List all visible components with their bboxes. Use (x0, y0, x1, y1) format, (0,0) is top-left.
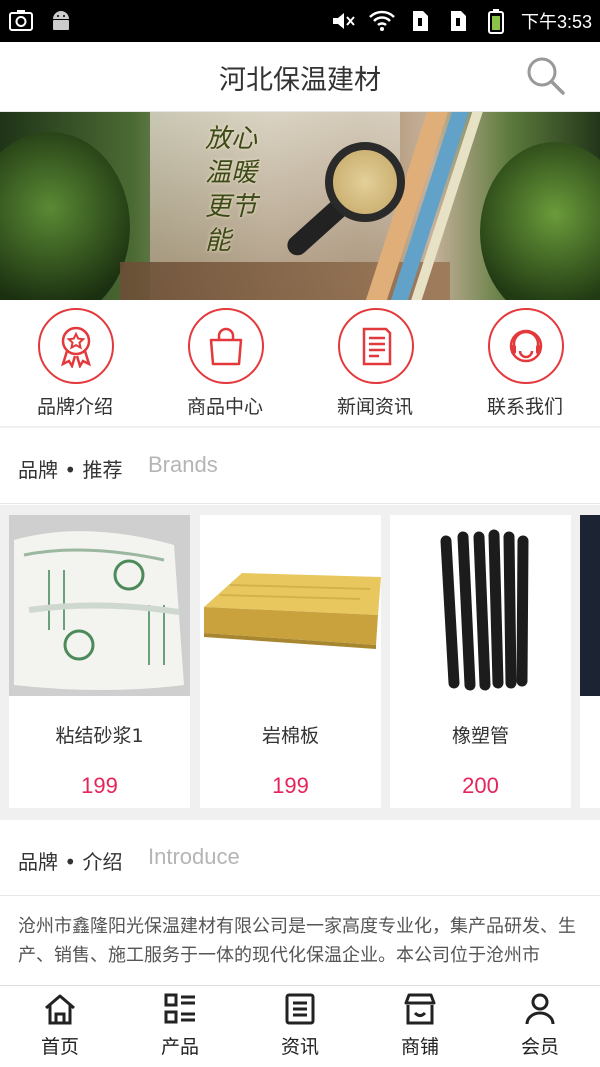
slogan-line: 放心 (205, 124, 258, 154)
tab-label: 资讯 (280, 1036, 319, 1058)
product-card[interactable]: 岩棉板 199 (200, 515, 381, 808)
section-subtitle: Brands (148, 452, 218, 477)
news-icon (283, 992, 317, 1026)
section-title: 品牌 • 介绍 (18, 850, 123, 874)
user-icon (523, 992, 557, 1026)
quick-nav-contact[interactable]: 联系我们 (450, 300, 600, 426)
status-bar: 下午3:53 (0, 0, 600, 42)
home-icon (43, 992, 77, 1026)
product-card[interactable]: 橡塑管 200 (390, 515, 571, 808)
product-image-rockwool (200, 515, 381, 696)
tab-member[interactable]: 会员 (480, 986, 600, 1067)
product-price: 199 (272, 773, 309, 798)
section-title: 品牌 • 推荐 (18, 458, 123, 482)
quick-nav: 品牌介绍 商品中心 新闻资讯 联系我们 (0, 300, 600, 426)
app-header: 河北保温建材 (0, 42, 600, 112)
tab-label: 商铺 (400, 1036, 439, 1058)
banner-carousel[interactable]: 放心 温暖 更节能 (0, 112, 600, 300)
sim2-icon (445, 8, 471, 34)
product-image-mortar (9, 515, 190, 696)
award-icon (38, 308, 114, 384)
search-icon[interactable] (526, 56, 566, 96)
product-card[interactable]: 粘结砂浆1 199 (9, 515, 190, 808)
product-image-rubber-pipe (390, 515, 571, 696)
product-name: 橡塑管 (451, 725, 509, 747)
banner-foliage-left (0, 132, 130, 300)
quick-nav-label: 商品中心 (186, 396, 263, 418)
tab-shop[interactable]: 商铺 (360, 986, 480, 1067)
status-time: 下午3:53 (520, 12, 592, 32)
tab-products[interactable]: 产品 (120, 986, 240, 1067)
battery-icon (483, 8, 509, 34)
product-price: 199 (81, 773, 118, 798)
sim1-icon (407, 8, 433, 34)
quick-nav-label: 新闻资讯 (336, 396, 413, 418)
tab-news[interactable]: 资讯 (240, 986, 360, 1067)
quick-nav-news[interactable]: 新闻资讯 (300, 300, 450, 426)
product-carousel[interactable]: 粘结砂浆1 199 岩棉板 199 橡塑管 200 (0, 505, 600, 818)
page-title: 河北保温建材 (219, 65, 381, 96)
quick-nav-product-center[interactable]: 商品中心 (150, 300, 300, 426)
slogan-line: 更节能 (205, 192, 258, 256)
banner-slogan: 放心 温暖 更节能 (205, 122, 265, 258)
product-list-icon (163, 992, 197, 1026)
mute-icon (331, 8, 357, 34)
screenshot-icon (8, 8, 34, 34)
android-icon (48, 8, 74, 34)
tab-home[interactable]: 首页 (0, 986, 120, 1067)
quick-nav-label: 联系我们 (486, 396, 563, 418)
magnifier-icon (325, 142, 405, 222)
shopping-bag-icon (188, 308, 264, 384)
quick-nav-label: 品牌介绍 (36, 396, 113, 418)
quick-nav-brand-intro[interactable]: 品牌介绍 (0, 300, 150, 426)
tab-label: 首页 (40, 1036, 79, 1058)
tab-label: 会员 (520, 1036, 559, 1058)
section-subtitle: Introduce (148, 844, 240, 869)
shop-icon (403, 992, 437, 1026)
product-name: 岩棉板 (261, 725, 319, 747)
product-image (580, 515, 600, 696)
slogan-line: 温暖 (205, 158, 258, 188)
product-price: 200 (462, 773, 499, 798)
bottom-tab-bar: 首页 产品 资讯 商铺 会员 (0, 985, 600, 1067)
news-icon (338, 308, 414, 384)
headset-icon (488, 308, 564, 384)
company-intro-text: 沧州市鑫隆阳光保温建材有限公司是一家高度专业化，集产品研发、生产、销售、施工服务… (18, 916, 576, 966)
tab-label: 产品 (160, 1036, 199, 1058)
brands-section-header: 品牌 • 推荐 Brands (0, 428, 600, 504)
wifi-icon (369, 8, 395, 34)
product-name: 粘结砂浆1 (55, 725, 144, 747)
product-card-partial[interactable] (580, 515, 600, 808)
banner-foliage-right (480, 142, 600, 300)
intro-section-header: 品牌 • 介绍 Introduce (0, 820, 600, 896)
